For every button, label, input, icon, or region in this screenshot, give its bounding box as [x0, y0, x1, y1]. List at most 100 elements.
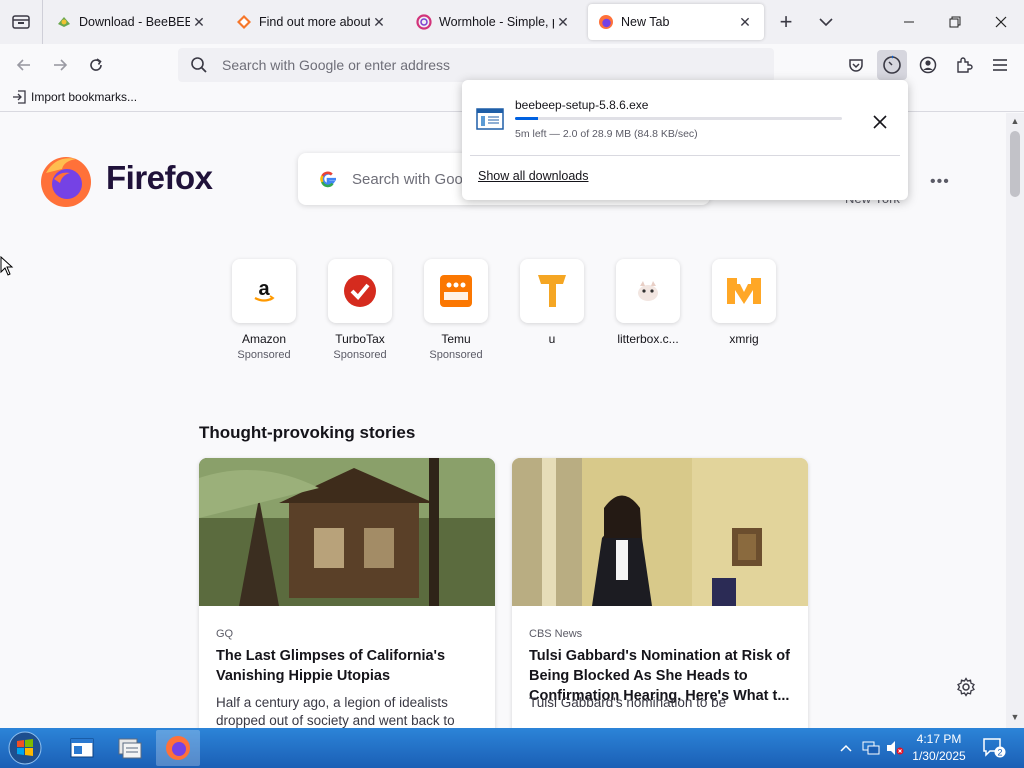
network-icon	[862, 741, 880, 755]
puzzle-icon	[957, 57, 973, 73]
tab-new-tab[interactable]: New Tab ✕	[588, 4, 764, 40]
download-progress-fill	[515, 117, 538, 120]
close-tab-icon[interactable]: ✕	[190, 13, 208, 31]
taskbar-item-explorer-window[interactable]	[60, 730, 104, 766]
shortcut-tile[interactable]	[616, 259, 680, 323]
download-filename: beebeep-setup-5.8.6.exe	[515, 98, 649, 112]
forward-button[interactable]	[46, 51, 74, 79]
firefox-view-button[interactable]	[8, 8, 34, 36]
window-icon	[70, 738, 94, 758]
story-card[interactable]: CBS News Tulsi Gabbard's Nomination at R…	[512, 458, 808, 728]
tab-beebeep[interactable]: Download - BeeBEEP - ✕	[46, 4, 218, 40]
pocket-button[interactable]	[841, 50, 871, 80]
plus-icon: +	[779, 9, 793, 34]
tab-sourceforge[interactable]: Find out more about Be ✕	[226, 4, 398, 40]
start-button[interactable]	[6, 730, 44, 766]
account-button[interactable]	[913, 50, 943, 80]
scroll-up-icon[interactable]: ▲	[1009, 116, 1021, 128]
turbotax-icon	[344, 275, 376, 307]
amazon-icon: a	[254, 278, 275, 302]
sourceforge-icon	[236, 14, 252, 30]
shortcut-label: Amazon	[241, 332, 287, 346]
action-center-button[interactable]: 2	[980, 728, 1008, 768]
shortcut-turbotax[interactable]: TurboTax Sponsored	[320, 259, 400, 361]
url-bar[interactable]	[178, 48, 774, 82]
close-tab-icon[interactable]: ✕	[554, 13, 572, 31]
close-tab-icon[interactable]: ✕	[370, 13, 388, 31]
story-source: CBS News	[529, 628, 583, 640]
firefox-wordmark: Firefox	[106, 159, 213, 196]
import-bookmarks-button[interactable]: Import bookmarks...	[12, 90, 137, 104]
taskbar-item-file-explorer[interactable]	[108, 730, 152, 766]
story-excerpt: Tulsi Gabbard's nomination to be	[529, 695, 727, 710]
taskbar-item-firefox[interactable]	[156, 730, 200, 766]
story-excerpt: Half a century ago, a legion of idealist…	[216, 695, 455, 728]
volume-tray-icon[interactable]	[884, 728, 906, 768]
shortcut-tile[interactable]	[424, 259, 488, 323]
divider	[470, 155, 900, 156]
shortcut-amazon[interactable]: a Amazon Sponsored	[224, 259, 304, 361]
show-all-downloads-link[interactable]: Show all downloads	[478, 169, 589, 183]
shortcut-u[interactable]: u	[512, 259, 592, 346]
file-explorer-icon	[118, 738, 142, 759]
page-scrollbar[interactable]: ▲ ▼	[1006, 113, 1024, 728]
app-menu-button[interactable]	[985, 50, 1015, 80]
close-window-button[interactable]	[978, 0, 1024, 44]
volume-muted-icon	[887, 741, 904, 755]
firefox-icon	[166, 736, 190, 760]
beebeep-icon	[56, 14, 72, 30]
close-tab-icon[interactable]: ✕	[736, 13, 754, 31]
shortcut-litterbox[interactable]: litterbox.c...	[608, 259, 688, 346]
shortcut-label: litterbox.c...	[617, 332, 679, 346]
chevron-down-icon	[819, 18, 833, 27]
extensions-button[interactable]	[949, 50, 979, 80]
back-button[interactable]	[10, 51, 38, 79]
shortcut-tile[interactable]	[520, 259, 584, 323]
sponsored-label: Sponsored	[333, 349, 387, 361]
xmrig-icon	[727, 278, 761, 304]
svg-text:a: a	[258, 278, 270, 300]
address-input[interactable]	[222, 57, 742, 73]
scrollbar-thumb[interactable]	[1010, 131, 1020, 197]
restore-button[interactable]	[932, 0, 978, 44]
scroll-down-icon[interactable]: ▼	[1009, 712, 1021, 724]
restore-icon	[949, 16, 961, 28]
shortcut-tile[interactable]: a	[232, 259, 296, 323]
clock-date: 1/30/2025	[912, 749, 966, 763]
story-card[interactable]: GQ The Last Glimpses of California's Van…	[199, 458, 495, 728]
minimize-icon	[904, 21, 914, 23]
search-icon	[191, 57, 207, 73]
stories-section-title: Thought-provoking stories	[199, 423, 416, 442]
minimize-button[interactable]	[886, 0, 932, 44]
tab-wormhole[interactable]: Wormhole - Simple, pri ✕	[406, 4, 582, 40]
story-headline[interactable]: The Last Glimpses of California's Vanish…	[216, 646, 484, 686]
weather-menu-button[interactable]: •••	[930, 173, 950, 191]
settings-gear-icon[interactable]	[956, 677, 976, 697]
downloads-button[interactable]	[877, 50, 907, 80]
litterbox-icon	[638, 281, 658, 301]
shortcut-xmrig[interactable]: xmrig	[704, 259, 784, 346]
shortcut-temu[interactable]: Temu Sponsored	[416, 259, 496, 361]
list-all-tabs-button[interactable]	[812, 8, 840, 36]
shortcut-label: xmrig	[729, 332, 759, 346]
tab-title: New Tab	[621, 15, 670, 29]
new-tab-page: Firefox Search with Google New York ••• …	[0, 113, 1024, 728]
shortcut-tile[interactable]	[328, 259, 392, 323]
network-tray-icon[interactable]	[860, 728, 882, 768]
clock-time: 4:17 PM	[916, 732, 962, 746]
u-icon	[538, 275, 566, 307]
sponsored-label: Sponsored	[429, 349, 483, 361]
close-icon	[873, 115, 887, 129]
cancel-download-button[interactable]	[866, 108, 894, 136]
firefox-logo-icon	[41, 157, 91, 207]
show-hidden-icons-button[interactable]	[836, 728, 856, 768]
notification-count: 2	[997, 748, 1002, 758]
wormhole-icon	[416, 14, 432, 30]
shortcut-tile[interactable]	[712, 259, 776, 323]
notification-icon: 2	[983, 738, 1006, 758]
taskbar-clock[interactable]: 4:17 PM 1/30/2025	[906, 731, 972, 765]
new-tab-button[interactable]: +	[772, 8, 800, 36]
sponsored-label: Sponsored	[237, 349, 291, 361]
temu-icon	[440, 275, 472, 307]
reload-button[interactable]	[82, 51, 110, 79]
